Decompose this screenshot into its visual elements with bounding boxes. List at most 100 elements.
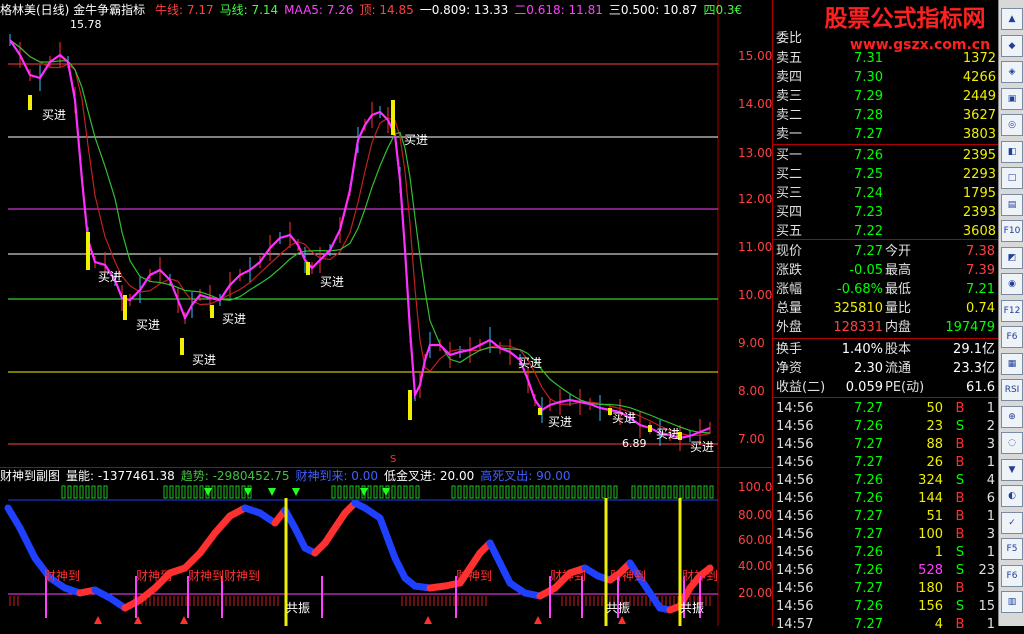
tick-volume: 180 xyxy=(918,581,943,596)
toolbar-button[interactable]: ▦ xyxy=(1001,352,1023,375)
tick-price: 7.26 xyxy=(854,563,883,578)
toolbar-button[interactable]: F6 xyxy=(1001,564,1023,587)
green-tick xyxy=(487,485,492,499)
down-arrow xyxy=(292,488,300,496)
side-toolbar: ▲ ◆ ◈ ▣ ◎ ◧ □ ▤ F10 ◩ ◉ F12 F6 ▦ RSI ⊕ ◌ ▼ ◐ ✓ F5 F6 ▥ xyxy=(998,0,1024,626)
stat-value: 7.27 xyxy=(854,244,883,259)
stat-value: -0.05 xyxy=(849,263,883,278)
green-tick xyxy=(697,485,702,499)
tick-row: 14:56 7.26 528 S 23 xyxy=(773,562,999,580)
toolbar-button[interactable]: F5 xyxy=(1001,538,1023,560)
green-tick xyxy=(169,485,174,499)
tick-side: S xyxy=(955,419,965,434)
tick-count: 1 xyxy=(986,401,995,416)
header-item: 二0.618: 11.81 xyxy=(514,3,603,17)
green-tick xyxy=(673,485,678,499)
stat-row: 现价 7.27 今开 7.38 xyxy=(773,243,999,261)
green-tick xyxy=(499,485,504,499)
stat-label: 换手 xyxy=(776,342,803,357)
toolbar-button[interactable]: ◌ xyxy=(1001,432,1023,454)
tick-price: 7.27 xyxy=(854,527,883,542)
toolbar-button[interactable]: ◆ xyxy=(1001,34,1023,57)
tick-side: S xyxy=(955,473,965,488)
buy-signal-bars xyxy=(28,95,682,440)
green-tick xyxy=(469,485,474,499)
bid-row: 买四 7.23 2393 xyxy=(773,204,999,222)
tick-count: 1 xyxy=(986,509,995,524)
ask-row: 卖四 7.30 4266 xyxy=(773,69,999,87)
tick-row: 14:56 7.26 23 S 2 xyxy=(773,418,999,436)
bid-volume: 2395 xyxy=(962,148,996,163)
buy-label: 买进 xyxy=(548,415,573,429)
tick-volume: 4 xyxy=(934,617,943,632)
buy-label: 买进 xyxy=(612,411,637,425)
bid-label: 买一 xyxy=(776,148,803,163)
toolbar-button[interactable]: ◧ xyxy=(1001,140,1023,163)
toolbar-button[interactable]: F10 xyxy=(1001,220,1023,242)
tick-side: S xyxy=(955,599,965,614)
indicator-header-item: 趋势: -2980452.75 xyxy=(180,469,290,483)
buy-bar xyxy=(648,425,652,432)
toolbar-button[interactable]: F12 xyxy=(1001,299,1023,322)
tick-row: 14:56 7.27 26 B 1 xyxy=(773,454,999,472)
tick-volume: 528 xyxy=(918,563,943,578)
buy-bar xyxy=(408,390,412,420)
toolbar-button[interactable]: ◈ xyxy=(1001,61,1023,83)
tick-side: B xyxy=(955,401,965,416)
bid-label: 买二 xyxy=(776,167,803,182)
toolbar-button[interactable]: RSI xyxy=(1001,379,1023,401)
toolbar-button[interactable]: ▣ xyxy=(1001,87,1023,110)
green-tick xyxy=(589,485,594,499)
caishen-label: 财神到 xyxy=(550,569,587,583)
caishen-label: 财神到 xyxy=(136,569,173,583)
stat-value: 7.38 xyxy=(966,244,995,259)
toolbar-button[interactable]: ▼ xyxy=(1001,458,1023,481)
bid-price: 7.25 xyxy=(854,167,883,182)
stat-label: 涨幅 xyxy=(776,282,803,297)
indicator-chart[interactable] xyxy=(0,468,772,626)
green-tick xyxy=(391,485,396,499)
tick-time: 14:56 xyxy=(776,491,814,506)
tick-row: 14:56 7.27 180 B 5 xyxy=(773,580,999,598)
green-tick xyxy=(475,485,480,499)
green-tick xyxy=(643,485,648,499)
indicator-tick: 20.00 xyxy=(738,586,773,600)
tick-row: 14:56 7.27 51 B 1 xyxy=(773,508,999,526)
toolbar-button[interactable]: ▥ xyxy=(1001,591,1023,613)
bid-row: 买二 7.25 2293 xyxy=(773,166,999,184)
toolbar-button[interactable]: F6 xyxy=(1001,326,1023,348)
toolbar-button[interactable]: ◉ xyxy=(1001,273,1023,295)
tick-row: 14:56 7.27 88 B 3 xyxy=(773,436,999,454)
price-chart[interactable]: S xyxy=(0,0,772,468)
toolbar-button[interactable]: ⊕ xyxy=(1001,405,1023,428)
tick-volume: 50 xyxy=(926,401,943,416)
green-tick xyxy=(217,485,222,499)
tick-count: 3 xyxy=(986,527,995,542)
indicator-header-item: 量能: -1377461.38 xyxy=(66,469,175,483)
ask-label: 卖二 xyxy=(776,108,803,123)
toolbar-button[interactable]: ✓ xyxy=(1001,511,1023,534)
green-tick xyxy=(571,485,576,499)
tick-time: 14:56 xyxy=(776,473,814,488)
stat-label: 内盘 xyxy=(885,320,912,335)
stat-label: 净资 xyxy=(776,361,803,376)
toolbar-button[interactable]: □ xyxy=(1001,167,1023,189)
green-tick xyxy=(61,485,66,499)
price-tick: 13.00 xyxy=(738,146,773,160)
stat-value: 2.30 xyxy=(854,361,883,376)
green-tick xyxy=(409,485,414,499)
buy-label: 买进 xyxy=(404,133,429,147)
toolbar-button[interactable]: ◎ xyxy=(1001,114,1023,136)
stat-value: 23.3亿 xyxy=(953,361,995,376)
caishen-label: 财神到财神到 xyxy=(188,569,261,583)
toolbar-button[interactable]: ▲ xyxy=(1001,8,1023,30)
green-tick xyxy=(211,485,216,499)
stat-value: 197479 xyxy=(945,320,995,335)
toolbar-button[interactable]: ▤ xyxy=(1001,193,1023,216)
tick-count: 23 xyxy=(978,563,995,578)
stat-row: 涨跌 -0.05 最高 7.39 xyxy=(773,262,999,280)
price-tick: 11.00 xyxy=(738,240,773,254)
toolbar-button[interactable]: ◩ xyxy=(1001,246,1023,269)
up-arrow xyxy=(618,616,626,624)
toolbar-button[interactable]: ◐ xyxy=(1001,485,1023,507)
